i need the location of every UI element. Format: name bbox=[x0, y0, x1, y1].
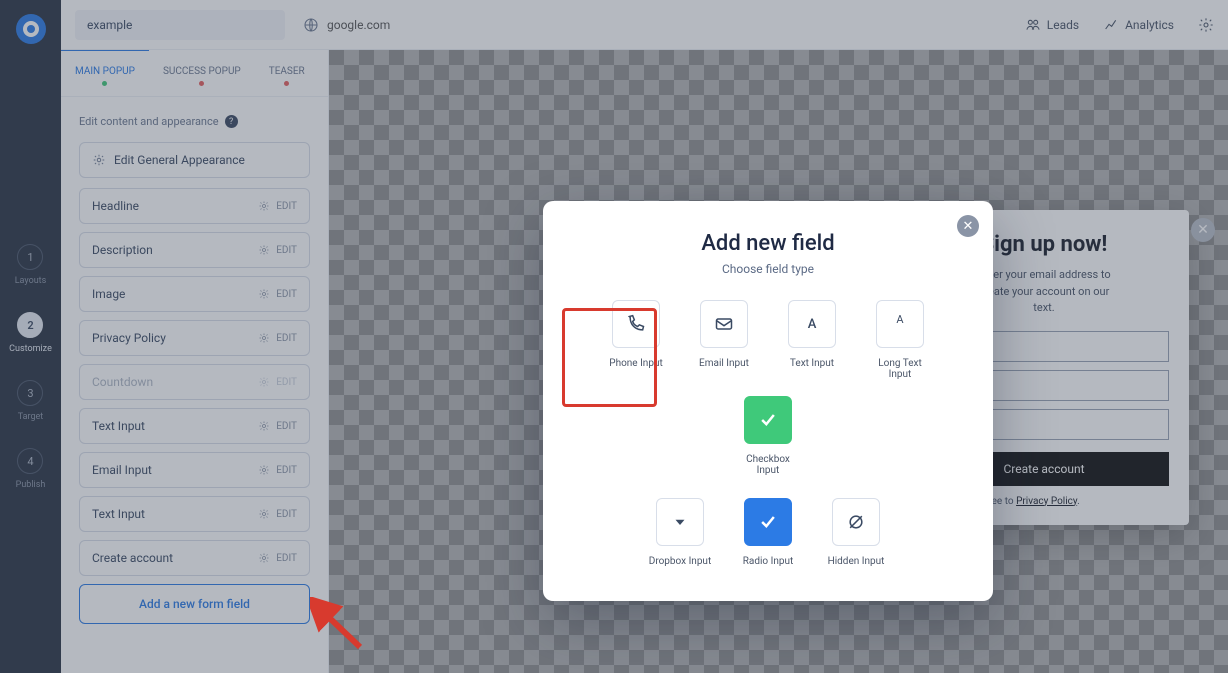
modal-title: Add new field bbox=[563, 231, 973, 256]
add-field-modal: ✕ Add new field Choose field type Phone … bbox=[543, 201, 993, 601]
field-type-label: Long Text Input bbox=[866, 358, 934, 380]
field-type-dropbox-input[interactable]: Dropbox Input bbox=[646, 498, 714, 567]
field-type-box bbox=[612, 300, 660, 348]
field-types-row1: Phone Input Email Input A Text Input A Long T… bbox=[563, 300, 973, 476]
field-type-label: Text Input bbox=[790, 358, 834, 369]
field-types-row2: Dropbox Input Radio Input Hidden Input bbox=[563, 498, 973, 567]
field-type-text-input[interactable]: A Text Input bbox=[778, 300, 846, 380]
field-type-checkbox-input[interactable]: Checkbox Input bbox=[734, 396, 802, 476]
field-type-box bbox=[832, 498, 880, 546]
field-type-label: Dropbox Input bbox=[649, 556, 711, 567]
hidden-icon bbox=[846, 512, 866, 532]
field-type-radio-input[interactable]: Radio Input bbox=[734, 498, 802, 567]
mail-icon bbox=[714, 314, 734, 334]
field-type-long-text-input[interactable]: A Long Text Input bbox=[866, 300, 934, 380]
field-type-label: Phone Input bbox=[609, 358, 662, 369]
field-type-email-input[interactable]: Email Input bbox=[690, 300, 758, 380]
text-icon: A bbox=[808, 317, 817, 332]
field-type-box bbox=[656, 498, 704, 546]
radio-icon bbox=[758, 512, 778, 532]
field-type-box: A bbox=[788, 300, 836, 348]
field-type-phone-input[interactable]: Phone Input bbox=[602, 300, 670, 380]
field-type-label: Hidden Input bbox=[828, 556, 885, 567]
dropdown-icon bbox=[671, 513, 689, 531]
modal-subtitle: Choose field type bbox=[563, 262, 973, 276]
field-type-label: Radio Input bbox=[743, 556, 794, 567]
field-type-label: Checkbox Input bbox=[734, 454, 802, 476]
modal-close-button[interactable]: ✕ bbox=[957, 215, 979, 237]
check-icon bbox=[758, 410, 778, 430]
phone-icon bbox=[626, 314, 646, 334]
field-type-box bbox=[700, 300, 748, 348]
field-type-box bbox=[744, 396, 792, 444]
field-type-label: Email Input bbox=[699, 358, 749, 369]
field-type-box: A bbox=[876, 300, 924, 348]
field-type-box bbox=[744, 498, 792, 546]
field-type-hidden-input[interactable]: Hidden Input bbox=[822, 498, 890, 567]
longtext-icon: A bbox=[890, 310, 909, 339]
